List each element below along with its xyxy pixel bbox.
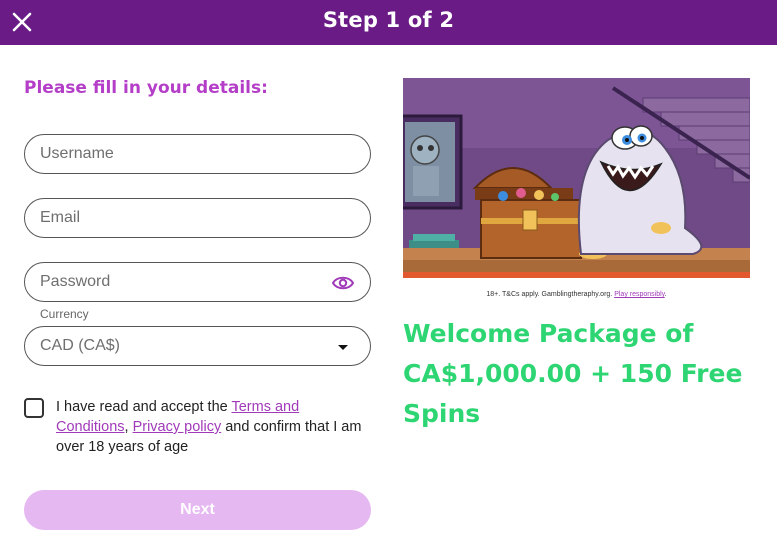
consent-text: I have read and accept the Terms and Con… bbox=[56, 399, 362, 455]
promo-terms: 18+. T&Cs apply. Gamblingtheraphy.org. P… bbox=[486, 291, 667, 298]
currency-value: CAD (CA$) bbox=[40, 337, 121, 354]
play-responsibly-link[interactable]: Play responsibly bbox=[614, 291, 664, 298]
email-input[interactable] bbox=[25, 199, 370, 237]
username-field[interactable] bbox=[24, 134, 371, 174]
modal-header: Step 1 of 2 bbox=[0, 0, 777, 45]
step-title: Step 1 of 2 bbox=[322, 8, 455, 32]
password-field[interactable] bbox=[24, 262, 371, 302]
chevron-down-icon bbox=[338, 345, 348, 350]
privacy-policy-link[interactable]: Privacy policy bbox=[133, 419, 222, 435]
currency-select[interactable]: CAD (CA$) bbox=[24, 326, 371, 366]
next-button[interactable]: Next bbox=[24, 490, 371, 530]
email-field[interactable] bbox=[24, 198, 371, 238]
password-input[interactable] bbox=[25, 263, 370, 301]
promo-headline: Welcome Package of CA$1,000.00 + 150 Fre… bbox=[403, 319, 743, 428]
currency-label: Currency bbox=[40, 307, 89, 321]
promo-illustration bbox=[403, 78, 750, 278]
eye-icon[interactable] bbox=[332, 274, 354, 292]
consent-checkbox[interactable] bbox=[24, 398, 44, 418]
username-input[interactable] bbox=[25, 135, 370, 173]
form-title: Please fill in your details: bbox=[24, 78, 268, 98]
